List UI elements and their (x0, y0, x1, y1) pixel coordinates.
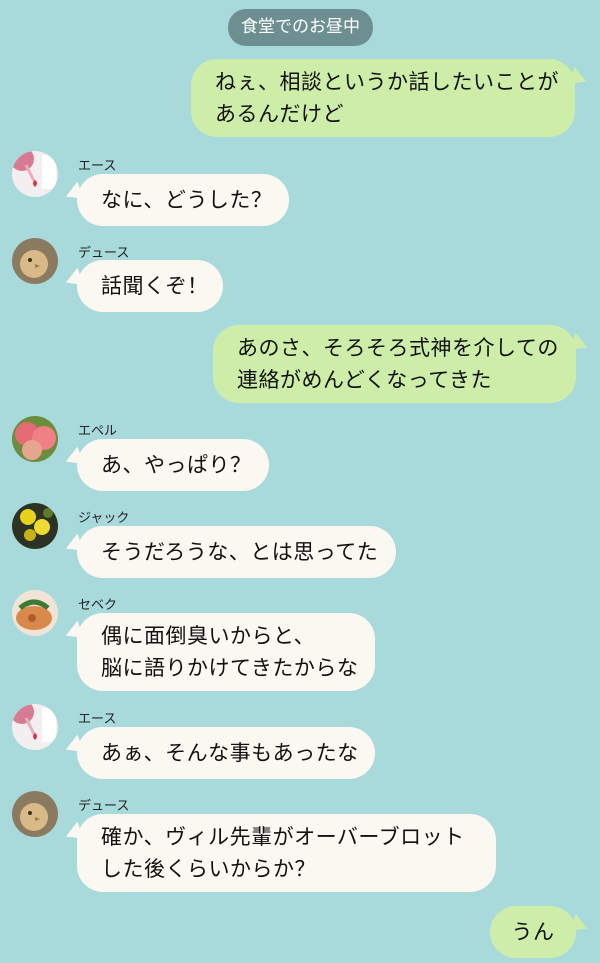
sender-name: エース (78, 159, 117, 174)
message-bubble-sent[interactable]: ねぇ、相談というか話したいことが あるんだけど (191, 59, 575, 137)
sender-name: デュース (78, 799, 130, 814)
message-line: そうだろうな、とは思ってた (101, 540, 379, 564)
message-line: あ、やっぱり？ (101, 453, 252, 477)
epel-avatar[interactable] (12, 416, 58, 462)
deuce-avatar[interactable] (12, 238, 58, 284)
ace-avatar[interactable] (12, 704, 58, 750)
message-line: なに、どうした？ (101, 188, 273, 212)
message-line: 脳に語りかけてきたからな (101, 656, 359, 680)
message-bubble-received[interactable]: あぁ、そんな事もあったな (77, 727, 375, 779)
message-bubble-received[interactable]: あ、やっぱり？ (77, 439, 269, 491)
message-line: ねぇ、相談というか話したいことが (215, 70, 559, 94)
sender-name: ジャック (78, 511, 130, 526)
message-bubble-received[interactable]: なに、どうした？ (77, 174, 289, 226)
sender-name: エース (78, 712, 117, 727)
message-bubble-received[interactable]: 話聞くぞ！ (77, 260, 223, 312)
message-line: あぁ、そんな事もあったな (101, 741, 359, 765)
message-bubble-sent[interactable]: うん (490, 906, 576, 958)
ace-avatar[interactable] (12, 151, 58, 197)
message-line: あるんだけど (215, 102, 344, 126)
message-line: 偶に面倒臭いからと、 (101, 624, 316, 648)
chat-context-label: 食堂でのお昼中 (228, 9, 373, 46)
message-bubble-received[interactable]: 偶に面倒臭いからと、 脳に語りかけてきたからな (77, 613, 375, 691)
sebek-avatar[interactable] (12, 590, 58, 636)
message-bubble-received[interactable]: そうだろうな、とは思ってた (77, 526, 396, 578)
deuce-avatar[interactable] (12, 791, 58, 837)
message-line: 話聞くぞ！ (101, 274, 209, 298)
sender-name: デュース (78, 246, 130, 261)
message-line: した後くらいからか？ (101, 857, 316, 881)
jack-avatar[interactable] (12, 503, 58, 549)
message-line: 確か、ヴィル先輩がオーバーブロット (101, 825, 465, 849)
message-line: 連絡がめんどくなってきた (237, 368, 493, 392)
message-line: あのさ、そろそろ式神を介しての (237, 336, 559, 360)
sender-name: エペル (78, 424, 118, 439)
sender-name: セベク (78, 598, 118, 613)
message-bubble-received[interactable]: 確か、ヴィル先輩がオーバーブロット した後くらいからか？ (77, 814, 496, 892)
message-bubble-sent[interactable]: あのさ、そろそろ式神を介しての 連絡がめんどくなってきた (213, 325, 576, 403)
message-line: うん (511, 920, 555, 944)
